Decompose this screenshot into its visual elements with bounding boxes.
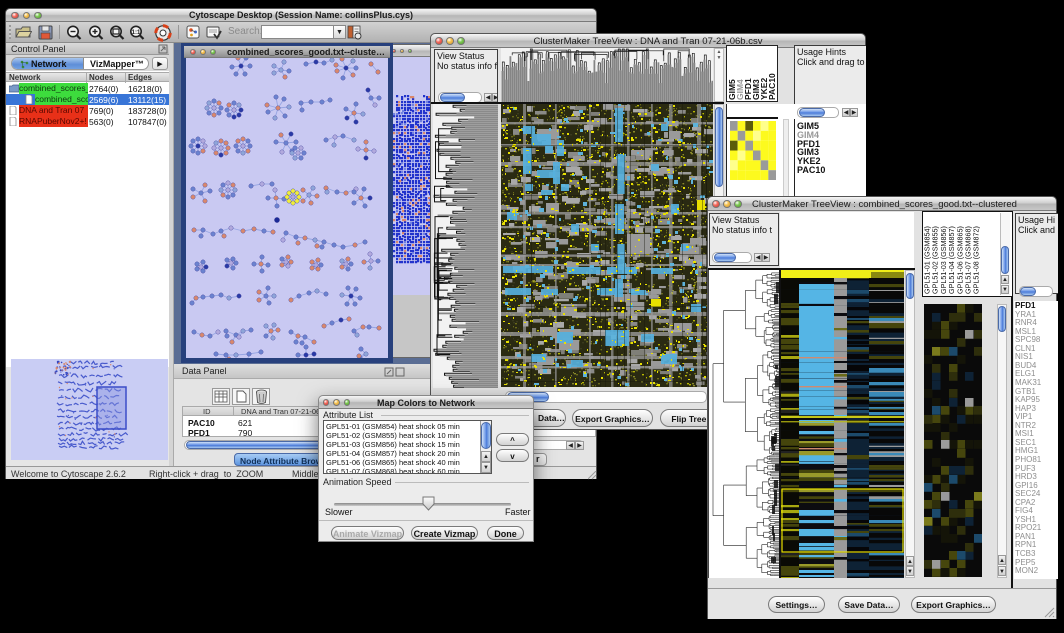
svg-text:GPL51-08 (GSM872): GPL51-08 (GSM872) [972,226,981,294]
svg-text:PAC10: PAC10 [767,73,777,100]
svg-text:1:1: 1:1 [132,30,141,36]
